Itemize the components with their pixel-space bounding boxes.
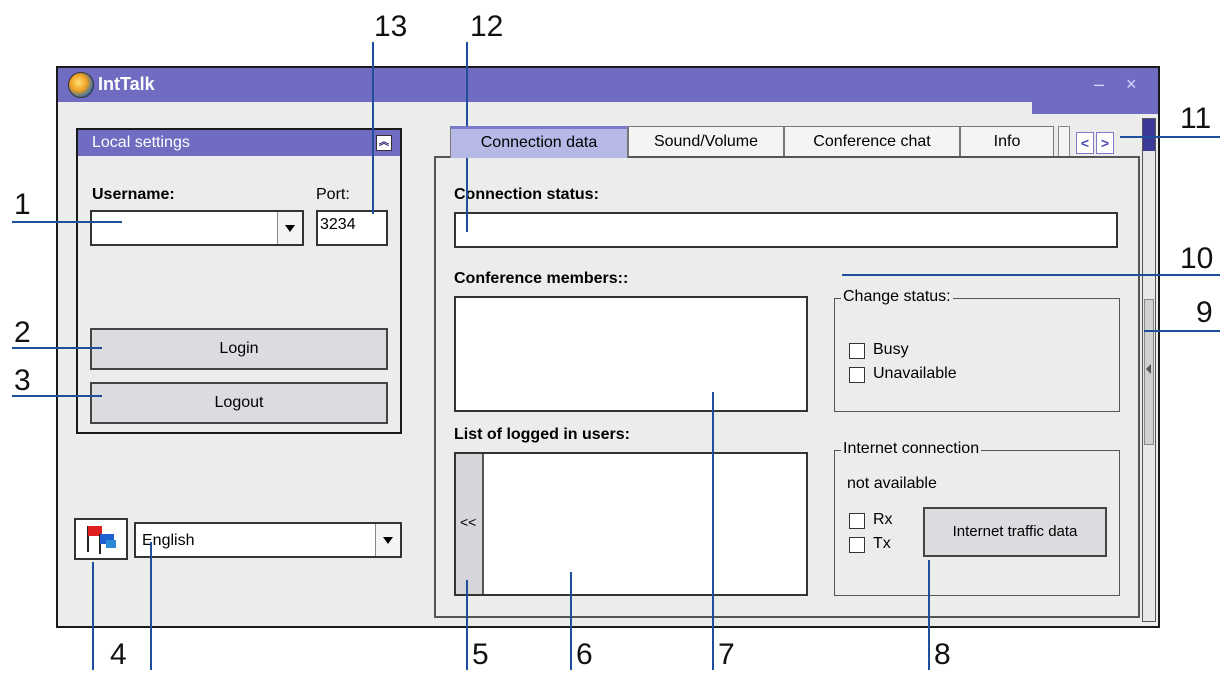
- busy-checkbox[interactable]: [849, 343, 865, 359]
- callout-3: 3: [14, 364, 31, 397]
- callout-7: 7: [718, 638, 735, 671]
- internet-status-text: not available: [847, 475, 937, 492]
- local-settings-header: Local settings ︽: [78, 130, 400, 156]
- chevron-down-icon[interactable]: [277, 212, 302, 244]
- rx-label: Rx: [873, 511, 893, 528]
- language-flags-button[interactable]: [74, 518, 128, 560]
- callout-8: 8: [934, 638, 951, 671]
- callout-line-9: [1144, 330, 1220, 332]
- tab-info[interactable]: Info: [960, 126, 1054, 158]
- scrollbar-thumb[interactable]: [1144, 299, 1154, 445]
- vertical-scrollbar[interactable]: [1142, 118, 1156, 622]
- internet-connection-group: Internet connection not available Rx Tx …: [834, 440, 1120, 596]
- callout-4: 4: [110, 638, 127, 671]
- internet-traffic-data-button[interactable]: Internet traffic data: [923, 507, 1107, 557]
- title-bar[interactable]: IntTalk – ×: [58, 68, 1158, 102]
- callout-10: 10: [1180, 242, 1214, 275]
- close-button[interactable]: ×: [1126, 74, 1137, 95]
- username-combobox[interactable]: [90, 210, 304, 246]
- callout-line-7: [712, 392, 714, 670]
- tab-sound-volume[interactable]: Sound/Volume: [628, 126, 784, 158]
- globe-icon: [68, 72, 94, 98]
- conference-members-label: Conference members::: [454, 270, 629, 287]
- local-settings-title: Local settings: [92, 134, 190, 151]
- callout-12: 12: [470, 10, 504, 43]
- local-settings-panel: Local settings ︽ Username: Port: 3234 Lo…: [76, 128, 402, 434]
- collapse-panel-icon[interactable]: ︽: [376, 135, 392, 151]
- callout-9: 9: [1196, 296, 1213, 329]
- callout-line-10: [842, 274, 1220, 276]
- language-select[interactable]: English: [134, 522, 402, 558]
- callout-5: 5: [472, 638, 489, 671]
- scrollbar-top-cap: [1143, 119, 1155, 151]
- change-status-legend: Change status:: [841, 288, 953, 306]
- tab-conference-chat[interactable]: Conference chat: [784, 126, 960, 158]
- callout-line-8: [928, 560, 930, 670]
- unavailable-checkbox[interactable]: [849, 367, 865, 383]
- callout-line-11: [1120, 136, 1220, 138]
- username-label: Username:: [92, 186, 175, 203]
- callout-line-1: [12, 221, 122, 223]
- chevron-down-icon[interactable]: [375, 524, 400, 556]
- minimize-button[interactable]: –: [1094, 74, 1104, 95]
- conference-members-list[interactable]: [454, 296, 808, 412]
- tab-overflow: [1058, 126, 1070, 158]
- tx-checkbox[interactable]: [849, 537, 865, 553]
- title-bar-extension: [1032, 102, 1158, 114]
- logged-users-label: List of logged in users:: [454, 426, 631, 443]
- rx-checkbox[interactable]: [849, 513, 865, 529]
- internet-connection-legend: Internet connection: [841, 440, 982, 458]
- callout-13: 13: [374, 10, 408, 43]
- connection-data-tabpage: Connection status: Conference members:: …: [434, 156, 1140, 618]
- connection-status-label: Connection status:: [454, 186, 599, 203]
- callout-1: 1: [14, 188, 31, 221]
- collapse-users-button[interactable]: <<: [456, 454, 484, 594]
- flags-icon: [87, 526, 116, 554]
- logout-button[interactable]: Logout: [90, 382, 388, 424]
- callout-11: 11: [1180, 102, 1212, 135]
- connection-status-field: [454, 212, 1118, 248]
- port-input[interactable]: 3234: [316, 210, 388, 246]
- callout-2: 2: [14, 316, 31, 349]
- tx-label: Tx: [873, 535, 891, 552]
- callout-line-5: [466, 580, 468, 670]
- busy-label: Busy: [873, 341, 909, 358]
- tab-scroll-left-button[interactable]: <: [1076, 132, 1094, 154]
- callout-line-4b: [150, 542, 152, 670]
- inttalk-window: IntTalk – × Local settings ︽ Username: P…: [56, 66, 1160, 628]
- logged-users-list[interactable]: <<: [454, 452, 808, 596]
- tab-connection-data[interactable]: Connection data: [450, 126, 628, 158]
- callout-6: 6: [576, 638, 593, 671]
- change-status-group: Change status: Busy Unavailable: [834, 288, 1120, 412]
- port-label: Port:: [316, 186, 350, 203]
- login-button[interactable]: Login: [90, 328, 388, 370]
- unavailable-label: Unavailable: [873, 365, 957, 382]
- callout-line-6: [570, 572, 572, 670]
- window-title: IntTalk: [98, 74, 155, 94]
- callout-line-4a: [92, 562, 94, 670]
- tab-scroll-right-button[interactable]: >: [1096, 132, 1114, 154]
- callout-line-13: [372, 42, 374, 214]
- collapse-users-label: <<: [460, 514, 477, 530]
